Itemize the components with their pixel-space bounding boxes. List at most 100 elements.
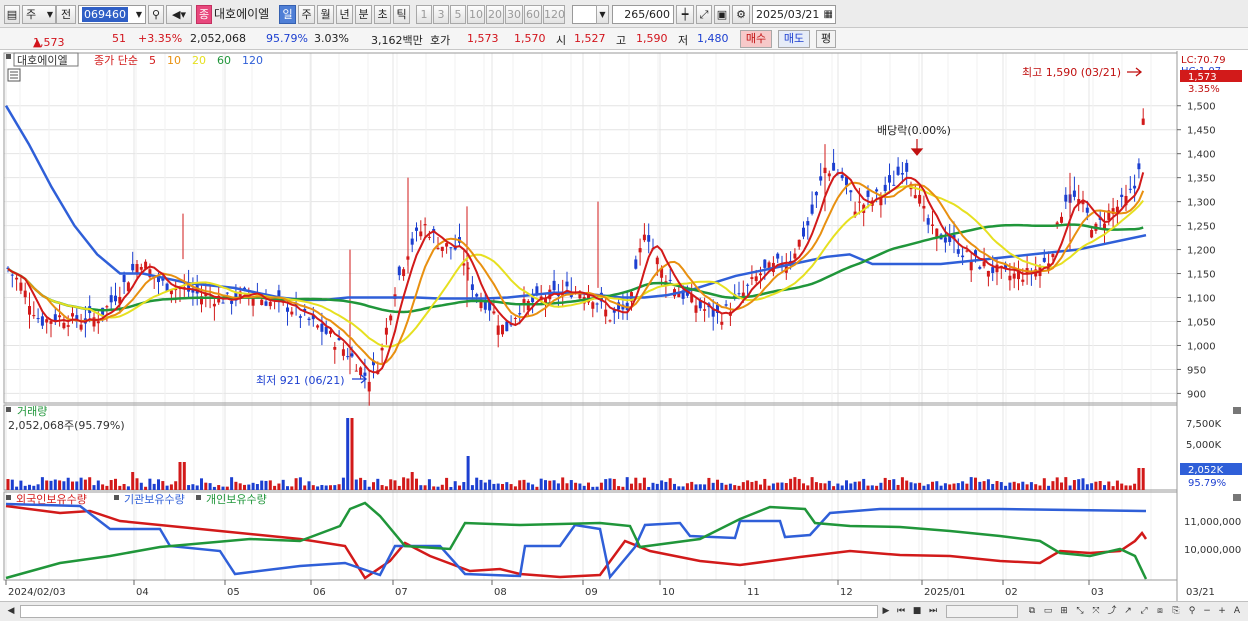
volume-bar	[311, 485, 315, 490]
volume-bar	[888, 479, 891, 490]
fib-icon[interactable]: ⤢	[1137, 605, 1151, 618]
volume-bar	[531, 484, 535, 490]
first-page-icon[interactable]: ⏮	[894, 605, 908, 618]
volume-bar	[397, 485, 401, 490]
speaker-icon[interactable]: ◀▾	[166, 5, 192, 24]
interval-tab-5[interactable]: 5	[450, 5, 466, 24]
volume-bar	[122, 483, 126, 490]
horizontal-scrollbar[interactable]	[20, 605, 878, 618]
candle-body	[810, 204, 814, 214]
exchange-button[interactable]: 전	[56, 5, 76, 24]
date-input[interactable]: 2025/03/21 ▦	[752, 5, 836, 24]
volume-bar	[453, 481, 457, 490]
period-tab-3[interactable]: 년	[336, 5, 353, 24]
interval-tabs: 1 3 5 10 20 30 60 120	[416, 5, 572, 24]
candle-type-icon[interactable]: ┿	[676, 5, 694, 24]
candle-body	[1120, 194, 1124, 198]
crosshair-icon[interactable]: ⤢	[696, 5, 712, 24]
panel-menu-icon[interactable]	[1233, 407, 1241, 414]
calendar-icon[interactable]: ▦	[824, 6, 833, 23]
save-icon[interactable]: ▣	[714, 5, 730, 24]
copy-icon[interactable]: ⧉	[1025, 605, 1039, 618]
layout-icon[interactable]: ⊞	[1057, 605, 1071, 618]
period-tab-5[interactable]: 초	[374, 5, 391, 24]
interval-tab-3[interactable]: 3	[433, 5, 449, 24]
candle-body	[982, 261, 986, 267]
capture-icon[interactable]: ⎘	[1169, 605, 1183, 618]
period-tab-4[interactable]: 분	[355, 5, 372, 24]
data-count-field[interactable]: 265/600	[612, 5, 674, 24]
holdings-legend-2: 개인보유수량	[206, 493, 267, 506]
search-icon[interactable]: ⚲	[148, 5, 164, 24]
volume-bar	[402, 477, 406, 490]
candle-body	[380, 347, 384, 351]
zoom-slider[interactable]	[946, 605, 1018, 618]
volume-bar	[806, 485, 810, 490]
chevron-down-icon[interactable]: ▼	[596, 5, 609, 24]
stop-icon[interactable]: ■	[910, 605, 924, 618]
candle-body	[746, 284, 750, 286]
holdings-tick-11m: 11,000,000	[1184, 517, 1241, 528]
period-tab-2[interactable]: 월	[317, 5, 334, 24]
ma-legend-10: 10	[167, 54, 181, 67]
interval-tab-1[interactable]: 1	[416, 5, 432, 24]
stock-chart[interactable]: 대호에이엘 종가 단순 5 10 20 60 120 최고 1,590 (03/21) …	[0, 51, 1248, 601]
candle-body	[565, 281, 569, 287]
market-select[interactable]: 주 ▼	[22, 5, 56, 24]
volume-bar	[1090, 483, 1094, 490]
evaluate-button[interactable]: 평	[816, 30, 836, 48]
sell-button[interactable]: 매도	[778, 30, 810, 48]
price-change: 51	[112, 32, 126, 45]
zoom-in-icon[interactable]: +	[1215, 605, 1229, 618]
interval-tab-10[interactable]: 10	[467, 5, 485, 24]
panel-menu-icon[interactable]	[1233, 494, 1241, 501]
candle-body	[96, 321, 100, 324]
interval-tab-30[interactable]: 30	[505, 5, 523, 24]
volume-bar	[905, 480, 909, 490]
stock-code-input[interactable]: 069460 ▼	[78, 5, 146, 24]
volume-bar	[466, 456, 470, 490]
volume-bar	[1098, 481, 1102, 490]
price-tick: 1,100	[1187, 294, 1216, 305]
scroll-left-icon[interactable]: ◀	[4, 605, 18, 618]
volume-bar	[423, 485, 427, 490]
volume-bar	[406, 478, 410, 490]
volume-bar	[737, 485, 741, 490]
volume-bar	[857, 481, 861, 490]
trend-line-icon[interactable]: ⤡	[1073, 605, 1087, 618]
window-menu-icon[interactable]: ▤	[4, 5, 20, 24]
candle-body	[367, 381, 371, 392]
volume-bar	[1081, 478, 1085, 490]
last-page-icon[interactable]: ⏭	[926, 605, 940, 618]
draw-icon[interactable]: ⤴	[1105, 605, 1119, 618]
volume-bar	[157, 479, 160, 490]
volume-bar	[866, 485, 870, 490]
volume-bar	[346, 418, 350, 490]
scroll-right-icon[interactable]: ▶	[879, 605, 893, 618]
volume-bar	[32, 485, 36, 490]
zoom-out-icon[interactable]: −	[1200, 605, 1214, 618]
window-icon[interactable]: ▭	[1041, 605, 1055, 618]
volume-bar	[716, 479, 719, 490]
period-tab-0[interactable]: 일	[279, 5, 296, 24]
volume-bar	[604, 479, 608, 490]
volume-bar	[238, 483, 242, 490]
period-tab-6[interactable]: 틱	[393, 5, 410, 24]
gear-icon[interactable]: ⚙	[732, 5, 750, 24]
period-tab-1[interactable]: 주	[298, 5, 315, 24]
delete-line-icon[interactable]: ⤧	[1089, 605, 1103, 618]
chevron-down-icon[interactable]: ▼	[136, 6, 142, 23]
arrow-tool-icon[interactable]: ↗	[1121, 605, 1135, 618]
buy-button[interactable]: 매수	[740, 30, 772, 48]
volume-bar	[496, 483, 500, 490]
volume-bar	[23, 485, 27, 490]
volume-bar	[458, 485, 461, 490]
interval-tab-120[interactable]: 120	[543, 5, 565, 24]
shape-icon[interactable]: ⧈	[1153, 605, 1167, 618]
zoom-search-icon[interactable]: ⚲	[1185, 605, 1199, 618]
volume-bar	[591, 486, 595, 490]
interval-tab-60[interactable]: 60	[524, 5, 542, 24]
font-size-icon[interactable]: A	[1230, 605, 1244, 618]
volume-bar	[793, 477, 797, 490]
interval-tab-20[interactable]: 20	[486, 5, 504, 24]
